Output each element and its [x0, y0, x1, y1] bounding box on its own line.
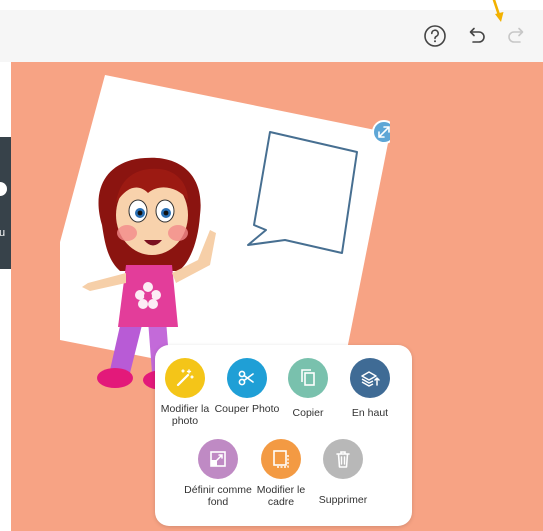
undo-button[interactable]: [462, 22, 490, 50]
edit-frame-button[interactable]: Modifier le cadre: [246, 439, 316, 508]
side-panel[interactable]: u: [0, 137, 11, 269]
delete-label: Supprimer: [318, 494, 368, 506]
scissors-icon: [227, 358, 267, 398]
set-background-button[interactable]: Définir comme fond: [183, 439, 253, 508]
crop-photo-button[interactable]: Couper Photo: [212, 358, 282, 415]
copy-icon: [288, 358, 328, 398]
magic-wand-icon: [165, 358, 205, 398]
top-toolbar: [0, 10, 543, 62]
edit-frame-label: Modifier le cadre: [256, 484, 306, 508]
trash-icon: [323, 439, 363, 479]
bring-to-front-button[interactable]: En haut: [335, 358, 405, 419]
modify-photo-button[interactable]: Modifier la photo: [150, 358, 220, 427]
side-panel-dot: [0, 182, 7, 196]
side-panel-label: u: [0, 227, 6, 239]
modify-photo-label: Modifier la photo: [160, 403, 210, 427]
copy-button[interactable]: Copier: [273, 358, 343, 419]
set-background-label: Définir comme fond: [184, 484, 252, 508]
delete-button[interactable]: Supprimer: [308, 439, 378, 506]
layers-up-icon: [350, 358, 390, 398]
action-menu-popup: Modifier la photo Couper Photo Copier En…: [155, 345, 412, 526]
crop-photo-label: Couper Photo: [214, 403, 280, 415]
resize-handle[interactable]: [372, 120, 390, 144]
undo-icon: [469, 27, 485, 43]
help-button[interactable]: [421, 22, 449, 50]
set-background-icon: [198, 439, 238, 479]
bring-to-front-label: En haut: [351, 407, 389, 419]
help-circle-icon: [424, 25, 446, 47]
frame-icon: [261, 439, 301, 479]
pointer-arrow-icon: [492, 0, 504, 22]
copy-label: Copier: [292, 407, 324, 419]
